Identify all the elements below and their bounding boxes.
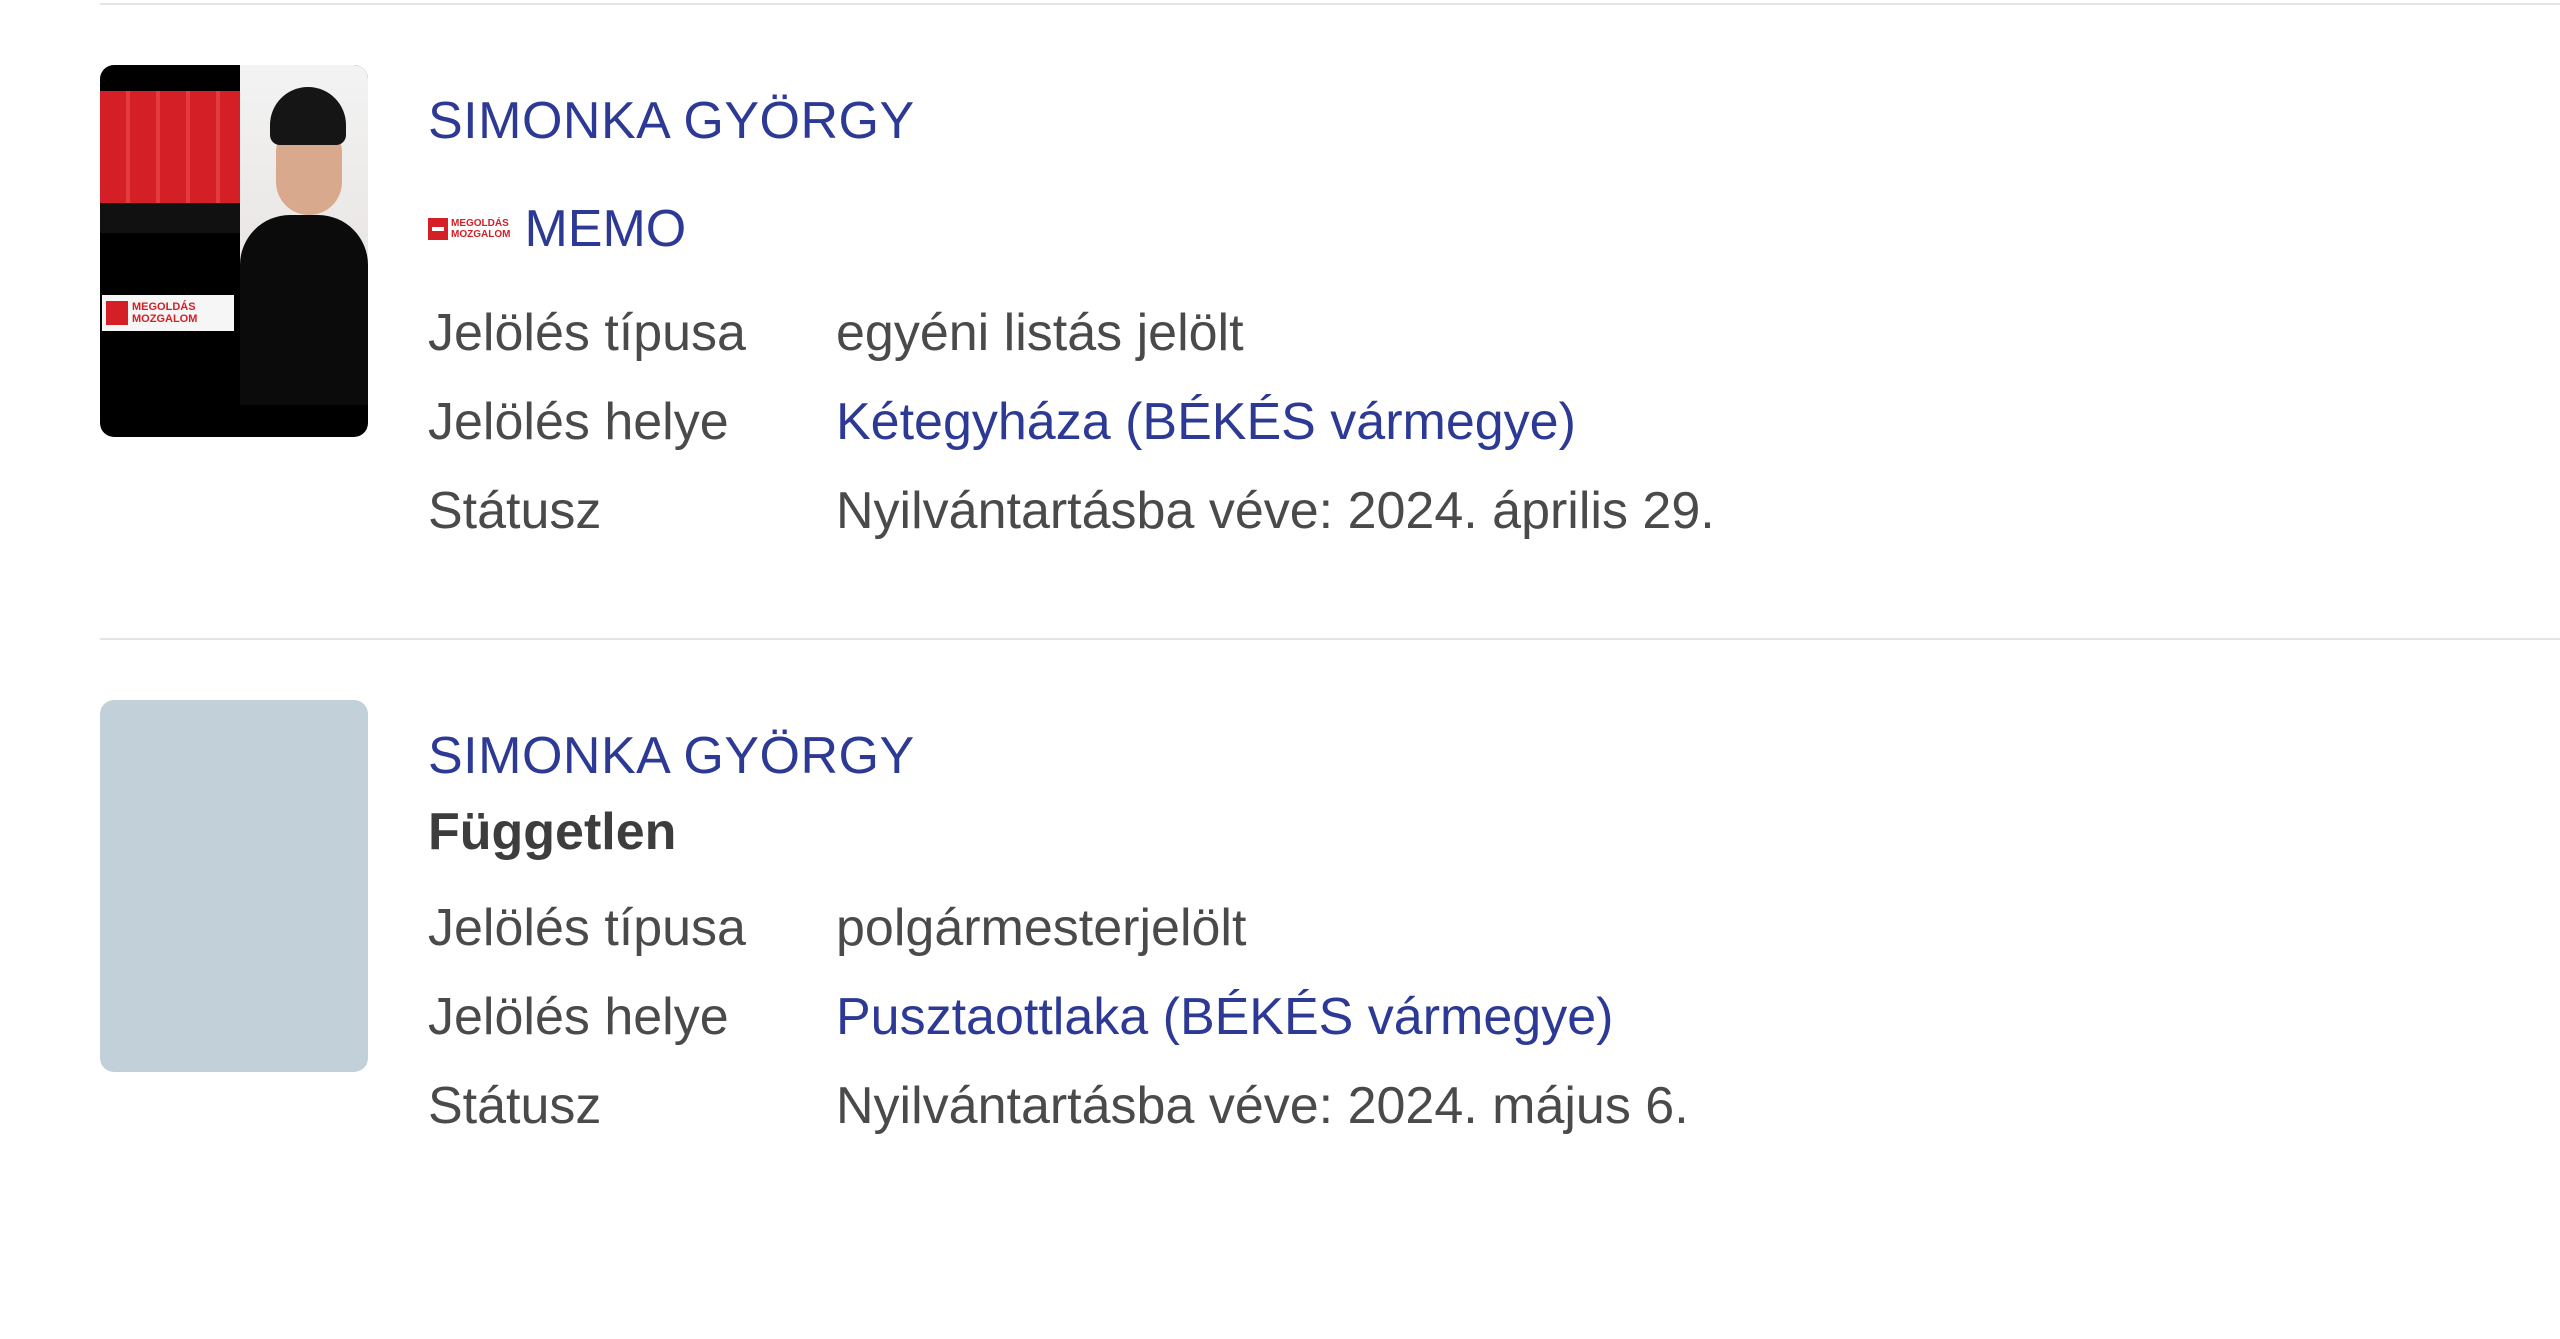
party-name-link[interactable]: MEMO [524,197,686,261]
candidate-details: Jelölés típusa egyéni listás jelölt Jelö… [428,289,1715,556]
photo-party-badge: MEGOLDÁS MOZGALOM [102,295,234,331]
party-name: Független [428,803,677,861]
divider [100,3,2560,5]
candidate-details: Jelölés típusa polgármesterjelölt Jelölé… [428,884,1689,1151]
photo-backdrop-band [100,203,240,233]
divider [100,638,2560,640]
status-value: Nyilvántartásba véve: 2024. április 29. [836,482,1715,540]
candidate-list: MEGOLDÁS MOZGALOM SIMONKA GYÖRGY MEGOLDÁ… [0,0,2560,1339]
nomination-place-link[interactable]: Pusztaottlaka (BÉKÉS vármegye) [836,973,1689,1062]
party-logo-icon [428,218,448,240]
party-logo-mark [106,301,128,325]
candidate-info: SIMONKA GYÖRGY MEGOLDÁS MOZGALOM MEMO Je… [428,65,1715,556]
nomination-place-link[interactable]: Kétegyháza (BÉKÉS vármegye) [836,378,1715,467]
candidate-photo-placeholder [100,700,368,1072]
candidate-name-link[interactable]: SIMONKA GYÖRGY [428,89,1715,153]
candidate-info: SIMONKA GYÖRGY Független Jelölés típusa … [428,700,1689,1151]
photo-backdrop [100,91,240,203]
party-logo-text: MEGOLDÁS MOZGALOM [451,218,511,240]
status-value: Nyilvántartásba véve: 2024. május 6. [836,1077,1689,1135]
status-label: Státusz [428,482,602,540]
nomination-type-value: polgármesterjelölt [836,899,1247,957]
party-row: MEGOLDÁS MOZGALOM MEMO [428,197,1715,261]
photo-person-body [240,215,368,405]
nomination-type-label: Jelölés típusa [428,304,746,362]
nomination-type-label: Jelölés típusa [428,899,746,957]
status-label: Státusz [428,1077,602,1135]
party-logo: MEGOLDÁS MOZGALOM [428,218,510,240]
nomination-type-value: egyéni listás jelölt [836,304,1244,362]
candidate-name-link[interactable]: SIMONKA GYÖRGY [428,724,1689,788]
photo-badge-text: MEGOLDÁS MOZGALOM [132,301,198,325]
nomination-place-label: Jelölés helye [428,393,729,451]
candidate-photo[interactable]: MEGOLDÁS MOZGALOM [100,65,368,437]
nomination-place-label: Jelölés helye [428,988,729,1046]
